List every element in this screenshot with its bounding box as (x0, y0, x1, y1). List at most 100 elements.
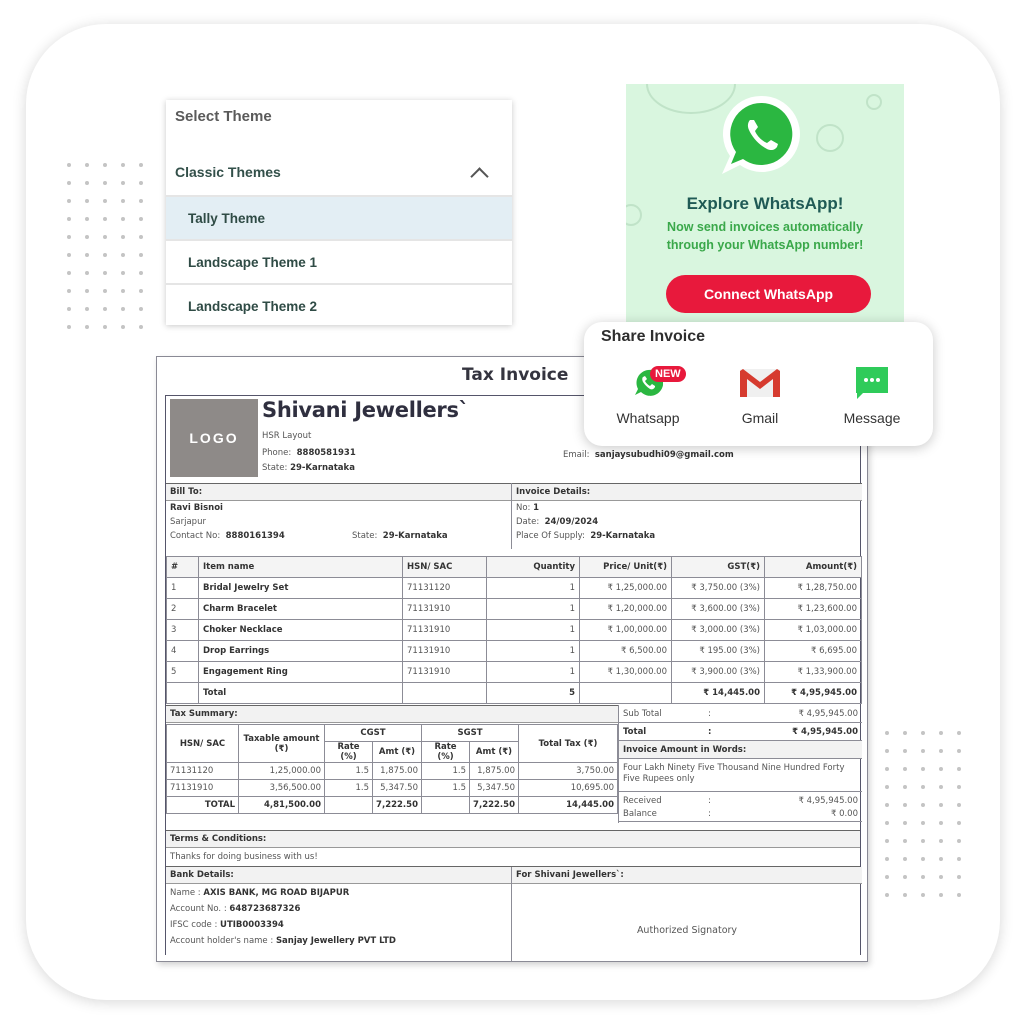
dot (103, 253, 107, 257)
invoice-details-block: Invoice Details: No: 1 Date: 24/09/2024 … (512, 483, 862, 549)
dot (921, 803, 925, 807)
whatsapp-promo-title: Explore WhatsApp! (686, 194, 844, 213)
dot (921, 893, 925, 897)
dot (85, 289, 89, 293)
dot (921, 857, 925, 861)
share-whatsapp-button[interactable]: NEW Whatsapp (598, 364, 698, 426)
whatsapp-logo-icon (714, 92, 810, 180)
whatsapp-promo-card: Explore WhatsApp! Now send invoices auto… (626, 84, 904, 324)
value: sanjaysubudhi09@gmail.com (594, 450, 734, 460)
whatsapp-promo-subtitle: Now send invoices automatically through … (626, 218, 904, 254)
dot (85, 199, 89, 203)
col-header: Rate (%) (324, 741, 373, 763)
item-row: 4 Drop Earrings 71131910 1 ₹ 6,500.00 ₹ 195.0… (166, 640, 862, 662)
label: Sub Total (623, 708, 662, 719)
dot (121, 307, 125, 311)
dot (903, 893, 907, 897)
col-header: Total Tax (₹) (518, 724, 618, 763)
business-state: State: 29-Karnataka (262, 463, 355, 473)
tax-summary-section: Tax Summary: HSN/ SAC Taxable amount (₹)… (166, 705, 862, 823)
dot (939, 875, 943, 879)
dot (67, 181, 71, 185)
dot (85, 181, 89, 185)
share-gmail-button[interactable]: Gmail (710, 364, 810, 426)
dot (139, 181, 143, 185)
terms-section: Terms & Conditions: Thanks for doing bus… (166, 830, 860, 867)
dot (85, 163, 89, 167)
terms-header: Terms & Conditions: (166, 830, 860, 848)
dot (885, 875, 889, 879)
bank-ifsc: IFSC code : UTIB0003394 (166, 916, 511, 932)
label: State: (352, 531, 378, 541)
label: IFSC code : (170, 920, 218, 930)
dot (903, 875, 907, 879)
tax-total-total: 14,445.00 (518, 796, 618, 814)
whatsapp-watermark-icon (866, 94, 882, 110)
item-cell-n: 2 (166, 598, 199, 620)
invoice-title: Tax Invoice (462, 365, 569, 385)
theme-option-landscape-1[interactable]: Landscape Theme 1 (166, 239, 512, 283)
dot (85, 307, 89, 311)
dot (103, 325, 107, 329)
tax-total-sgst_amt: 7,222.50 (469, 796, 519, 814)
dot (121, 163, 125, 167)
dot (957, 839, 961, 843)
label: Name : (170, 888, 201, 898)
share-invoice-popup: Share Invoice NEW Whatsapp Gmail Message (584, 322, 933, 446)
value: 648723687326 (229, 904, 301, 914)
col-header: Item name (198, 556, 403, 578)
item-cell-hsn: 71131910 (402, 598, 487, 620)
value: UTIB0003394 (220, 920, 284, 930)
dot (921, 875, 925, 879)
dot (903, 821, 907, 825)
business-logo-placeholder: LOGO (170, 399, 258, 477)
item-cell-amount: ₹ 6,695.00 (764, 640, 862, 662)
share-option-label: Message (843, 410, 901, 426)
item-cell-qty: 1 (486, 598, 580, 620)
dot (139, 217, 143, 221)
total-cell-label: Total (198, 682, 403, 704)
label: Contact No: (170, 531, 221, 541)
bill-to-block: Bill To: Ravi Bisnoi Sarjapur Contact No… (166, 483, 512, 549)
whatsapp-watermark-icon (816, 124, 844, 152)
item-cell-hsn: 71131910 (402, 640, 487, 662)
items-table: # Item name HSN/ SAC Quantity Price/ Uni… (166, 556, 862, 704)
item-cell-gst: ₹ 3,900.00 (3%) (671, 661, 765, 683)
theme-option-label: Landscape Theme 2 (188, 298, 318, 314)
billing-section: Bill To: Ravi Bisnoi Sarjapur Contact No… (166, 483, 862, 549)
customer-name: Ravi Bisnoi (170, 503, 223, 513)
item-cell-amount: ₹ 1,03,000.00 (764, 619, 862, 641)
dot (957, 821, 961, 825)
item-cell-hsn: 71131910 (402, 619, 487, 641)
item-cell-price: ₹ 1,20,000.00 (579, 598, 672, 620)
dot (103, 271, 107, 275)
classic-themes-toggle[interactable]: Classic Themes (166, 152, 512, 192)
dot (85, 271, 89, 275)
value: 29-Karnataka (590, 531, 656, 541)
label: State: (262, 463, 288, 473)
theme-option-landscape-2[interactable]: Landscape Theme 2 (166, 283, 512, 325)
value: ₹ 4,95,945.00 (798, 795, 858, 806)
dot (103, 163, 107, 167)
value: 29-Karnataka (382, 531, 448, 541)
amount-in-words: Four Lakh Ninety Five Thousand Nine Hund… (619, 759, 862, 792)
col-header: Amt (₹) (469, 741, 519, 763)
dot (139, 235, 143, 239)
tax-summary-header: Tax Summary: (166, 705, 618, 723)
col-header: HSN/ SAC (166, 724, 239, 763)
theme-option-tally[interactable]: Tally Theme (166, 195, 512, 239)
decorative-dot-grid (60, 156, 150, 336)
dot (903, 839, 907, 843)
dot (921, 839, 925, 843)
place-of-supply: Place Of Supply: 29-Karnataka (512, 529, 862, 543)
value: 29-Karnataka (290, 463, 355, 473)
authorized-signatory: Authorized Signatory (636, 925, 738, 936)
connect-whatsapp-button[interactable]: Connect WhatsApp (666, 275, 871, 313)
tax-cell-sgst_amt: 5,347.50 (469, 779, 519, 797)
dot (939, 893, 943, 897)
share-message-button[interactable]: Message (822, 364, 922, 426)
dot (885, 731, 889, 735)
theme-option-label: Landscape Theme 1 (188, 254, 318, 270)
tax-cell-sgst_rate: 1.5 (421, 762, 470, 780)
col-header: # (166, 556, 199, 578)
